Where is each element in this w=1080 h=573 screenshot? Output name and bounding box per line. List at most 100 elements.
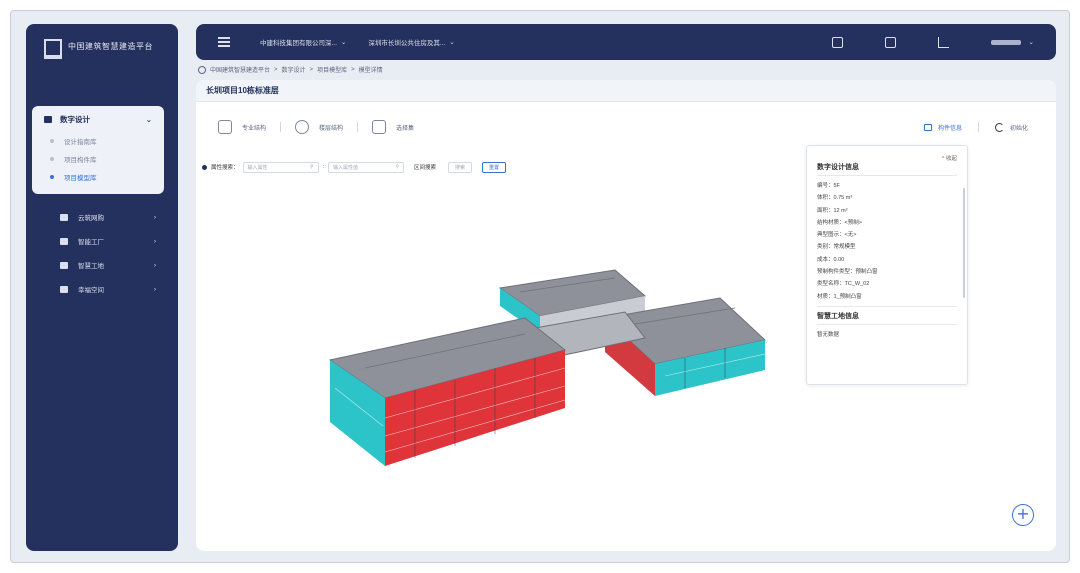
sidebar-item-shop[interactable]: 云筑网购 › bbox=[26, 206, 178, 228]
breadcrumb: 中国建筑智慧建造平台 > 数字设计 > 项目模型库 > 模型详情 bbox=[198, 65, 383, 74]
plus-icon: + bbox=[1016, 504, 1030, 523]
chevron-down-icon: ⌄ bbox=[1028, 39, 1034, 46]
subitem-label: 设计指南库 bbox=[64, 139, 97, 146]
info-panel-title: 数字设计信息 bbox=[817, 164, 859, 171]
subitem-label: 项目模型库 bbox=[64, 175, 97, 182]
info-row: 编号：5F bbox=[817, 183, 840, 189]
chevron-right-icon: › bbox=[153, 237, 156, 245]
building-model-3d[interactable] bbox=[325, 268, 785, 488]
tool-floor[interactable]: 楼层结构 bbox=[295, 120, 343, 134]
component-info-label: 构件信息 bbox=[937, 125, 962, 132]
notification-icon[interactable] bbox=[884, 36, 896, 48]
collapse-label: 收起 bbox=[945, 156, 957, 162]
component-info-panel: ^ 收起 数字设计信息 编号：5F 体积：0.75 m³ 面积：12 m² 结构材质：… bbox=[806, 145, 968, 385]
info-row: 典型图示：<无> bbox=[817, 232, 857, 239]
bullet-icon bbox=[50, 175, 54, 179]
divider bbox=[817, 305, 957, 307]
breadcrumb-separator: > bbox=[274, 66, 278, 73]
search-button[interactable]: 搜索 bbox=[448, 161, 473, 173]
divider bbox=[977, 122, 979, 132]
attr-search-label: 属性搜索： bbox=[211, 165, 239, 171]
page-title: 长圳项目10栋标准层 bbox=[196, 80, 1056, 102]
select-cursor-icon bbox=[372, 120, 387, 134]
info-row: 材质：1_预制凸窗 bbox=[817, 293, 862, 300]
collapse-button[interactable]: ^ 收起 bbox=[942, 154, 957, 162]
bullet-icon bbox=[50, 139, 54, 143]
sidebar-subitem-guide[interactable]: 设计指南库 bbox=[32, 132, 164, 150]
breadcrumb-separator: > bbox=[351, 66, 355, 73]
user-menu[interactable]: ⌄ bbox=[990, 38, 1034, 46]
sidebar-item-space[interactable]: 幸福空间 › bbox=[26, 278, 178, 300]
org-select[interactable]: 中建科技集团有限公司深... ⌄ bbox=[260, 37, 346, 47]
attr-value-input[interactable]: 输入属性值 ⚲ bbox=[328, 161, 405, 173]
divider bbox=[280, 122, 282, 132]
sidebar-subitem-models[interactable]: 项目模型库 bbox=[32, 168, 164, 186]
org-select-value: 中建科技集团有限公司深... bbox=[260, 40, 337, 47]
tool-discipline[interactable]: 专业结构 bbox=[218, 120, 266, 134]
nav-label: 智慧工地 bbox=[78, 263, 104, 270]
back-icon[interactable] bbox=[198, 65, 206, 74]
stats-icon[interactable] bbox=[937, 36, 949, 48]
tool-label: 楼层结构 bbox=[319, 125, 344, 132]
project-select[interactable]: 深圳市长圳公共住房及其... ⌄ bbox=[368, 37, 454, 47]
site-info-title: 智慧工地信息 bbox=[817, 312, 859, 320]
search-icon: ⚲ bbox=[395, 164, 400, 170]
sidebar: 中国建筑智慧建造平台 数字设计 ⌄ 设计指南库 项目构件库 项目模型库 云筑网购… bbox=[26, 24, 178, 551]
chevron-right-icon: › bbox=[153, 285, 156, 293]
range-search-label[interactable]: 区间搜索 bbox=[414, 163, 436, 171]
search-icon: ⚲ bbox=[309, 164, 314, 170]
info-row: 类别：常规模型 bbox=[817, 244, 856, 251]
attr-input-placeholder: 输入属性 bbox=[247, 164, 268, 171]
reset-view-label: 初始化 bbox=[1009, 125, 1028, 132]
brand[interactable]: 中国建筑智慧建造平台 bbox=[26, 24, 178, 68]
chevron-right-icon: › bbox=[153, 261, 156, 269]
sidebar-menu: 数字设计 ⌄ 设计指南库 项目构件库 项目模型库 云筑网购 › 智能工厂 › 智… bbox=[26, 106, 178, 300]
reset-view-button[interactable]: 初始化 bbox=[994, 122, 1028, 132]
info-row: 面积：12 m² bbox=[817, 207, 848, 214]
toolbar-right: 构件信息 初始化 bbox=[923, 122, 1028, 132]
info-row: 结构材质：<预制> bbox=[817, 219, 862, 226]
subitem-label: 项目构件库 bbox=[64, 157, 97, 164]
sidebar-item-factory[interactable]: 智能工厂 › bbox=[26, 230, 178, 252]
info-row: 类型名称：TC_W_02 bbox=[817, 281, 870, 288]
project-select-value: 深圳市长圳公共住房及其... bbox=[368, 40, 446, 47]
add-button[interactable]: + bbox=[1012, 504, 1034, 526]
reset-button[interactable]: 重置 bbox=[482, 161, 507, 173]
breadcrumb-item: 模型详情 bbox=[358, 68, 383, 74]
info-card-icon bbox=[923, 123, 932, 131]
chevron-down-icon: ⌄ bbox=[449, 39, 455, 46]
menu-group-header[interactable]: 数字设计 ⌄ bbox=[32, 106, 164, 132]
info-row: 成本：0.00 bbox=[817, 256, 845, 263]
user-name-placeholder bbox=[990, 39, 1021, 45]
refresh-icon bbox=[994, 122, 1004, 132]
nav-label: 云筑网购 bbox=[78, 215, 104, 222]
cart-icon bbox=[60, 213, 68, 221]
menu-group-label: 数字设计 bbox=[60, 114, 90, 124]
info-panel-scrollbar[interactable] bbox=[963, 188, 965, 298]
divider bbox=[357, 122, 359, 132]
chevron-right-icon: › bbox=[153, 213, 156, 221]
tool-selection[interactable]: 选择集 bbox=[372, 120, 414, 134]
breadcrumb-separator: > bbox=[309, 66, 314, 73]
divider bbox=[817, 323, 957, 325]
attr-input[interactable]: 输入属性 ⚲ bbox=[242, 161, 319, 173]
breadcrumb-item[interactable]: 数字设计 bbox=[282, 65, 306, 74]
bullet-icon bbox=[50, 157, 54, 161]
component-info-button[interactable]: 构件信息 bbox=[923, 123, 962, 132]
info-rows: 编号：5F 体积：0.75 m³ 面积：12 m² 结构材质：<预制> 典型图示：<无>… bbox=[817, 180, 957, 303]
breadcrumb-item[interactable]: 项目模型库 bbox=[317, 65, 347, 74]
menu-toggle-icon[interactable] bbox=[218, 37, 230, 47]
sidebar-subitem-components[interactable]: 项目构件库 bbox=[32, 150, 164, 168]
breadcrumb-item[interactable]: 中国建筑智慧建造平台 bbox=[210, 65, 270, 74]
brand-logo-icon bbox=[42, 37, 62, 59]
design-icon bbox=[44, 115, 52, 123]
divider bbox=[817, 175, 957, 176]
topbar: 中建科技集团有限公司深... ⌄ 深圳市长圳公共住房及其... ⌄ ⌄ bbox=[196, 24, 1056, 60]
factory-icon bbox=[60, 237, 68, 245]
app-title: 中国建筑智慧建造平台 bbox=[68, 41, 153, 51]
site-icon bbox=[60, 261, 68, 269]
sidebar-item-site[interactable]: 智慧工地 › bbox=[26, 254, 178, 276]
chevron-down-icon: ⌄ bbox=[340, 39, 347, 46]
calendar-icon[interactable] bbox=[831, 36, 843, 48]
chevron-down-icon: ⌄ bbox=[145, 114, 152, 124]
